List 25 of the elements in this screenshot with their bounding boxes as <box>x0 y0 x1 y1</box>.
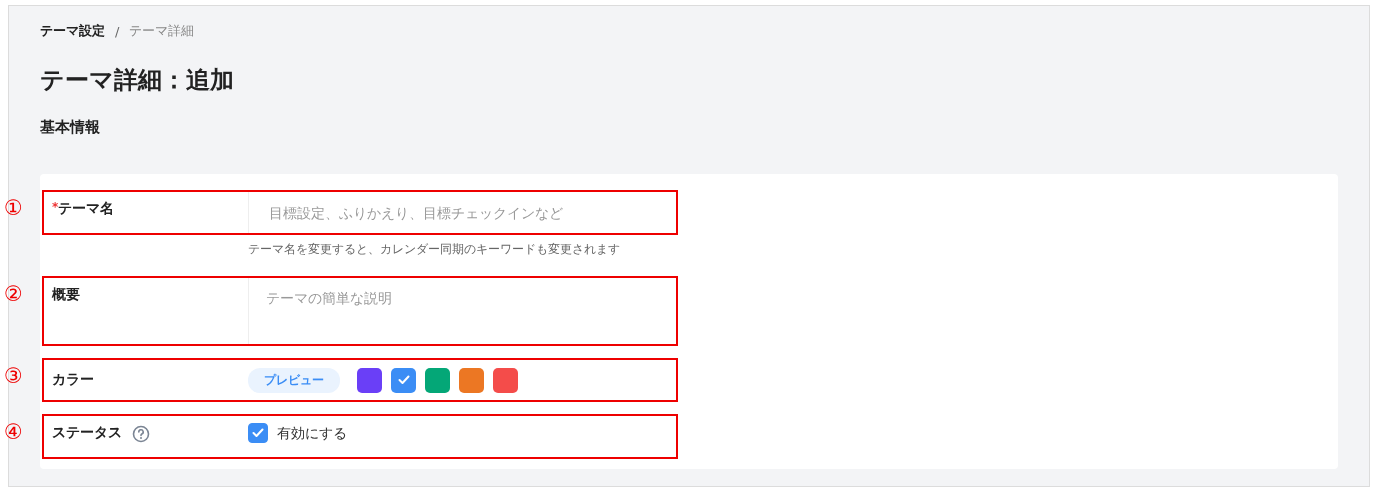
color-swatch[interactable] <box>391 367 416 393</box>
checkbox[interactable] <box>248 423 268 443</box>
check-icon <box>252 428 264 438</box>
preview-tag: プレビュー <box>248 367 340 393</box>
help-icon[interactable] <box>132 425 150 443</box>
color-swatch[interactable] <box>425 367 450 393</box>
annotation-number: ① <box>4 198 23 219</box>
required-mark: * <box>52 200 59 214</box>
field-label: カラー <box>52 371 94 389</box>
breadcrumb-separator: / <box>115 23 120 39</box>
hint-text: テーマ名を変更すると、カレンダー同期のキーワードも変更されます <box>248 241 621 257</box>
annotation-number: ③ <box>4 366 23 387</box>
color-swatch[interactable] <box>357 367 382 393</box>
checkbox-label[interactable]: 有効にする <box>277 423 347 443</box>
check-icon <box>397 375 410 385</box>
field-label: ステータス <box>52 424 122 442</box>
section-title: 基本情報 <box>40 118 101 138</box>
page-title: テーマ詳細：追加 <box>40 65 235 96</box>
field-label: 概要 <box>52 286 80 304</box>
color-swatch[interactable] <box>493 367 518 393</box>
color-swatch[interactable] <box>459 367 484 393</box>
annotation-number: ② <box>4 284 23 305</box>
field-label: テーマ名 <box>58 200 115 218</box>
breadcrumb-link[interactable]: テーマ設定 <box>40 22 105 40</box>
annotation-number: ④ <box>4 422 23 443</box>
